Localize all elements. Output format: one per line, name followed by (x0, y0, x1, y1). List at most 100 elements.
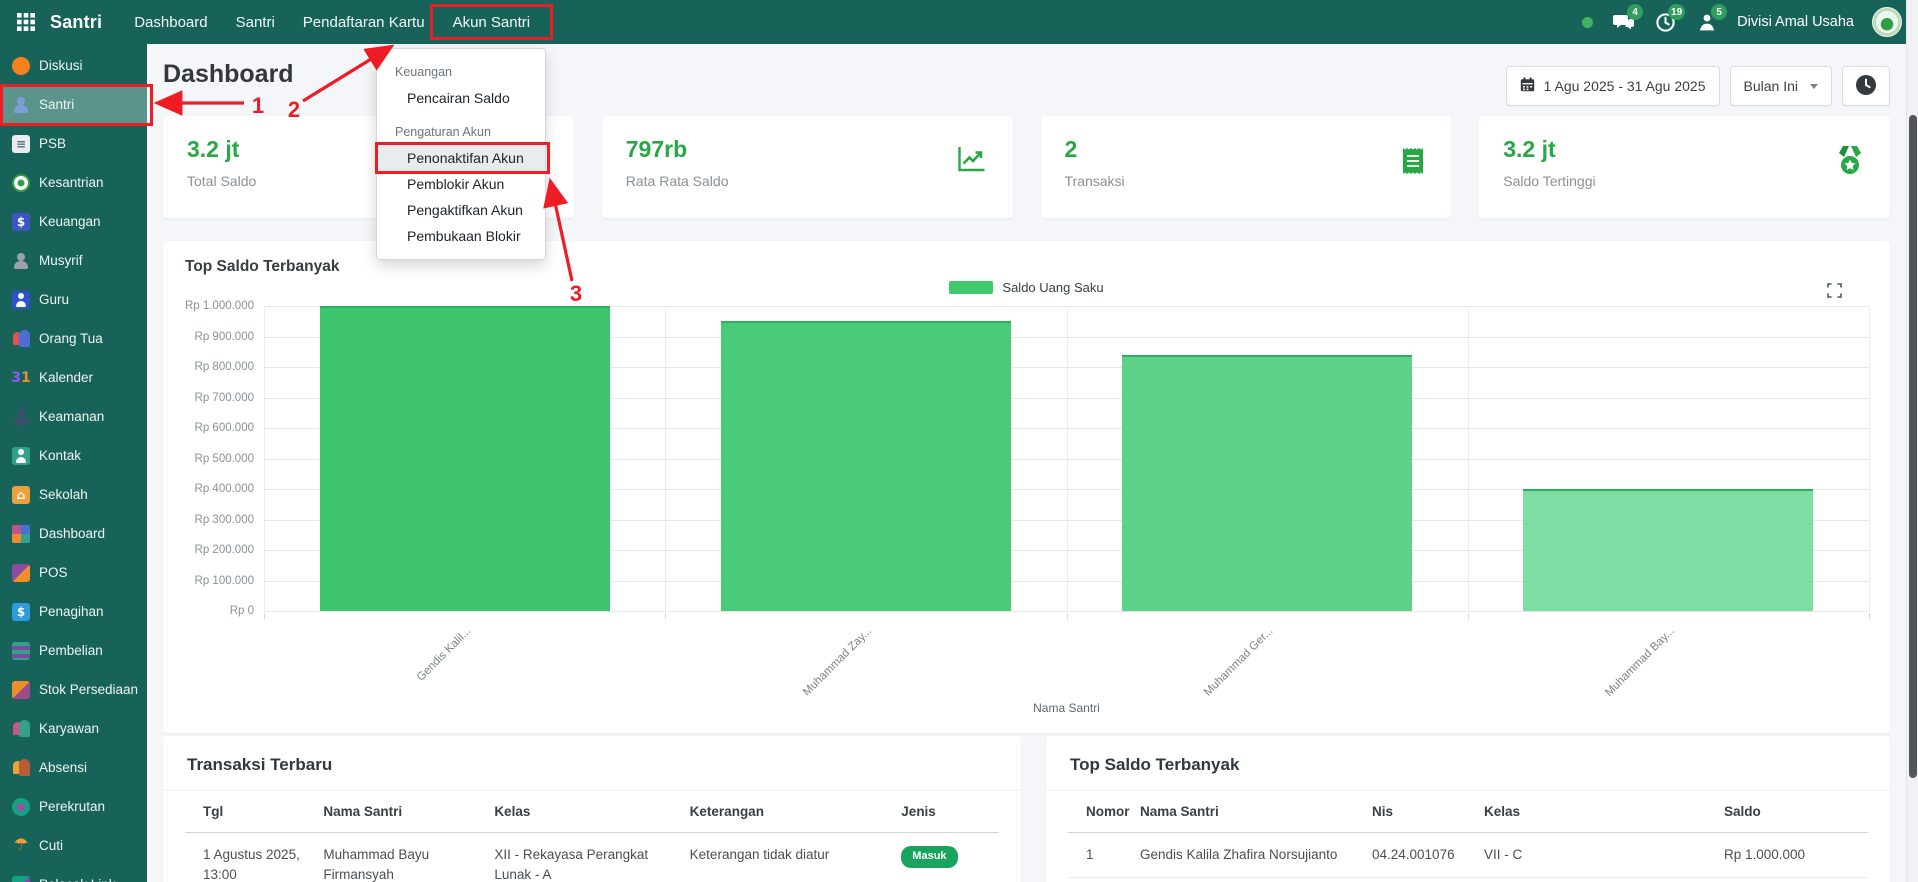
dropdown-item-pencairan-saldo[interactable]: Pencairan Saldo (377, 85, 545, 111)
category-gridline (1869, 306, 1870, 611)
dropdown-item-label: Pengaktifkan Akun (407, 202, 523, 218)
table-cell: Rp 1.000.000 (1724, 833, 1868, 878)
calendar-icon (1520, 77, 1535, 95)
top-saldo-card: Top Saldo Terbanyak NomorNama SantriNisK… (1046, 736, 1890, 882)
dropdown-item-label: Pemblokir Akun (407, 176, 504, 192)
chat-badge: 4 (1627, 4, 1643, 20)
dropdown-item-penonaktifan-akun[interactable]: Penonaktifan Akun (377, 145, 545, 171)
period-select[interactable]: Bulan Ini (1730, 66, 1832, 106)
stat-card-saldo-tertinggi: 3.2 jtSaldo Tertinggi (1479, 116, 1890, 218)
sidebar-item-pembelian[interactable]: Pembelian (0, 631, 147, 670)
sidebar-item-penagihan[interactable]: $Penagihan (0, 592, 147, 631)
brand[interactable]: Santri (0, 0, 120, 44)
y-tick-label: Rp 600.000 (195, 422, 254, 434)
trending-up-icon (957, 146, 987, 178)
sidebar-item-absensi[interactable]: Absensi (0, 748, 147, 787)
stat-value: 3.2 jt (1503, 136, 1866, 163)
dropdown-item-pembukaan-blokir[interactable]: Pembukaan Blokir (377, 223, 545, 249)
chart-legend: Saldo Uang Saku (163, 280, 1890, 295)
sidebar-item-pelacak-link[interactable]: Pelacak Link (0, 865, 147, 882)
division-name: Divisi Amal Usaha (1737, 14, 1854, 30)
sidebar-item-label: Karyawan (39, 721, 99, 736)
history-clock-icon[interactable]: 19 (1653, 10, 1677, 34)
sidebar-item-dashboard[interactable]: Dashboard (0, 514, 147, 553)
sidebar-item-musyrif[interactable]: Musyrif (0, 241, 147, 280)
column-header: Nis (1372, 791, 1484, 833)
sidebar-item-cuti[interactable]: ☂Cuti (0, 826, 147, 865)
sidebar-item-stok-persediaan[interactable]: Stok Persediaan (0, 670, 147, 709)
table-row[interactable]: 1Gendis Kalila Zhafira Norsujianto04.24.… (1068, 833, 1868, 878)
column-header: Keterangan (690, 791, 902, 833)
nav-item-santri[interactable]: Santri (222, 0, 289, 44)
sidebar-item-label: Keuangan (39, 214, 101, 229)
sidebar-item-kontak[interactable]: Kontak (0, 436, 147, 475)
dashboard-icon (12, 525, 30, 543)
sidebar-item-karyawan[interactable]: Karyawan (0, 709, 147, 748)
chart-plot: Rp 0Rp 100.000Rp 200.000Rp 300.000Rp 400… (264, 306, 1869, 611)
dropdown-item-pengaktifkan-akun[interactable]: Pengaktifkan Akun (377, 197, 545, 223)
stat-label: Rata Rata Saldo (626, 173, 989, 189)
pos-icon (12, 564, 30, 582)
table-row[interactable]: 1 Agustus 2025, 13:00Muhammad Bayu Firma… (185, 833, 999, 882)
sidebar-item-kalender[interactable]: 31Kalender (0, 358, 147, 397)
sidebar-item-guru[interactable]: Guru (0, 280, 147, 319)
avatar[interactable] (1872, 7, 1902, 37)
category-gridline (665, 306, 666, 611)
sidebar-item-keuangan[interactable]: $Keuangan (0, 202, 147, 241)
stat-value: 2 (1065, 136, 1428, 163)
sidebar-item-label: Kalender (39, 370, 93, 385)
y-tick-label: Rp 900.000 (195, 331, 254, 343)
top-saldo-title: Top Saldo Terbanyak (1046, 736, 1890, 791)
nav-item-dashboard[interactable]: Dashboard (120, 0, 221, 44)
sidebar-item-santri[interactable]: Santri (0, 85, 147, 124)
dropdown-item-label: Penonaktifan Akun (407, 150, 524, 166)
sidebar-item-sekolah[interactable]: ⌂Sekolah (0, 475, 147, 514)
school-icon: ⌂ (12, 486, 30, 504)
sidebar-item-kesantrian[interactable]: Kesantrian (0, 163, 147, 202)
bar-muhammad-ger[interactable] (1122, 355, 1412, 611)
table-cell: 1 Agustus 2025, 13:00 (185, 833, 323, 882)
history-button[interactable] (1842, 66, 1890, 106)
dropdown-item-pemblokir-akun[interactable]: Pemblokir Akun (377, 171, 545, 197)
status-badge: Masuk (901, 846, 957, 868)
nav-item-label: Pendaftaran Kartu (303, 14, 425, 31)
brand-name: Santri (50, 12, 102, 33)
mentor-icon (12, 252, 30, 270)
sidebar-item-label: Keamanan (39, 409, 104, 424)
bar-muhammad-bay[interactable] (1523, 489, 1813, 611)
dropdown-section-header: Pengaturan Akun (377, 125, 545, 143)
receipt-icon (1401, 146, 1425, 181)
sidebar-item-pos[interactable]: POS (0, 553, 147, 592)
sidebar-item-orang-tua[interactable]: Orang Tua (0, 319, 147, 358)
bar-muhammad-zay[interactable] (721, 321, 1011, 611)
status-dot (1582, 17, 1593, 28)
teacher-icon (12, 291, 30, 309)
sidebar-item-keamanan[interactable]: Keamanan (0, 397, 147, 436)
recruitment-icon (12, 798, 30, 816)
billing-icon: $ (12, 603, 30, 621)
column-header: Jenis (901, 791, 999, 833)
expand-icon[interactable] (1827, 283, 1842, 303)
sidebar-item-label: Orang Tua (39, 331, 103, 346)
table-cell: VII - C (1484, 833, 1724, 878)
chat-icon[interactable]: 4 (1611, 10, 1635, 34)
date-range-button[interactable]: 1 Agu 2025 - 31 Agu 2025 (1506, 66, 1720, 106)
sidebar-item-diskusi[interactable]: Diskusi (0, 46, 147, 85)
apps-grid-icon[interactable] (14, 10, 38, 34)
scrollbar-track[interactable] (1906, 0, 1918, 882)
purchase-icon (12, 642, 30, 660)
sidebar-item-perekrutan[interactable]: Perekrutan (0, 787, 147, 826)
nav-item-pendaftaran-kartu[interactable]: Pendaftaran Kartu (289, 0, 439, 44)
scrollbar-thumb[interactable] (1909, 115, 1917, 778)
nav-item-akun-santri[interactable]: Akun Santri (439, 0, 545, 44)
sidebar-item-psb[interactable]: ≡PSB (0, 124, 147, 163)
leave-icon: ☂ (12, 837, 30, 855)
chevron-down-icon (1810, 84, 1818, 89)
period-label: Bulan Ini (1744, 78, 1798, 94)
y-tick-label: Rp 300.000 (195, 514, 254, 526)
person-approval-icon[interactable]: 5 (1695, 10, 1719, 34)
y-tick-label: Rp 1.000.000 (185, 300, 254, 312)
person-badge: 5 (1711, 4, 1727, 20)
bar-gendis-kalil[interactable] (320, 306, 610, 611)
navbar-right: 4 19 5 Divisi Amal Usaha (1582, 0, 1918, 44)
